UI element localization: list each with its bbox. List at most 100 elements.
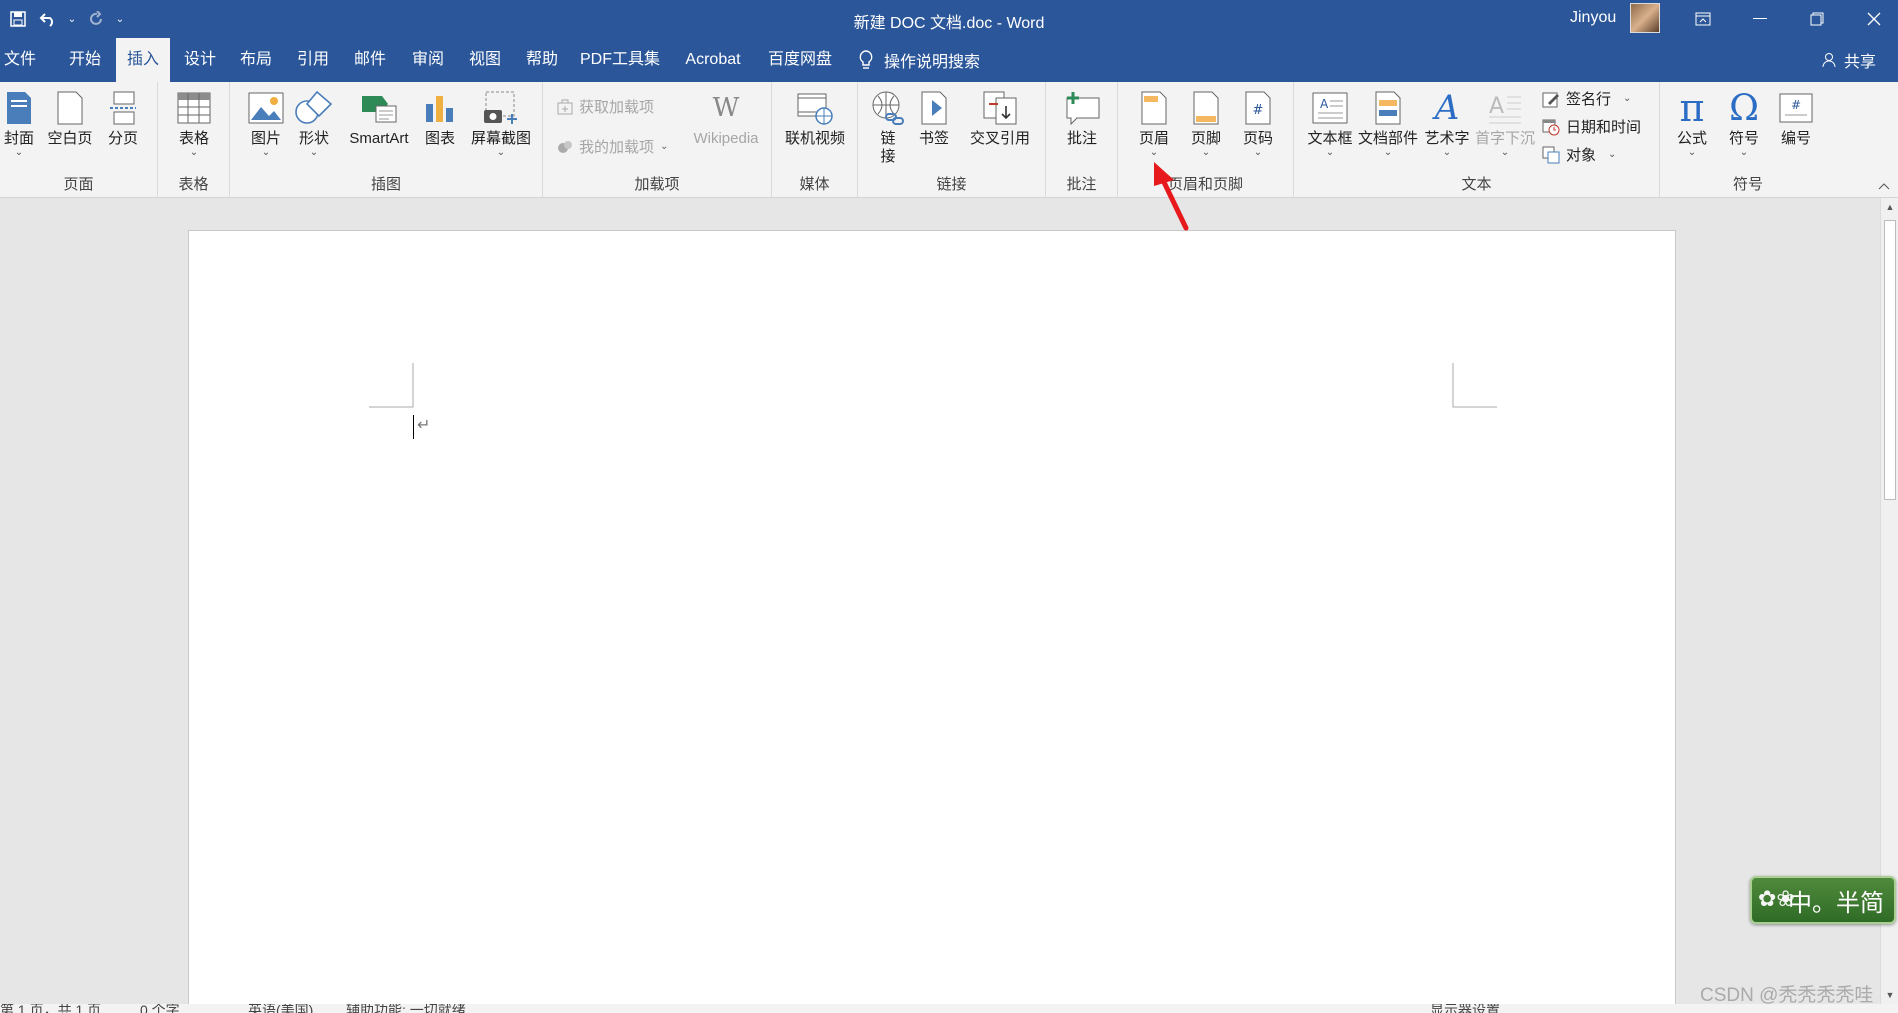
scroll-up-icon[interactable]: ▲ <box>1881 198 1898 216</box>
symbol-button[interactable]: Ω 符号 ⌄ <box>1724 88 1764 158</box>
page-break-icon <box>103 88 143 128</box>
footer-button[interactable]: 页脚 ⌄ <box>1186 88 1226 158</box>
group-media-label: 媒体 <box>799 176 830 193</box>
svg-text:A: A <box>1489 94 1504 119</box>
status-bar: 第 1 页，共 1 页 0 个字 英语(美国) 辅助功能: 一切就绪 显示器设置 <box>0 1004 1898 1013</box>
my-addins-button[interactable]: 我的加载项 ⌄ <box>557 136 668 157</box>
tab-help[interactable]: 帮助 <box>519 38 565 82</box>
comment-button[interactable]: 批注 <box>1060 88 1104 148</box>
cover-page-button[interactable]: 封面 ⌄ <box>0 88 38 158</box>
display-settings-status[interactable]: 显示器设置 <box>1430 1004 1500 1013</box>
text-box-button[interactable]: A 文本框 ⌄ <box>1306 88 1354 158</box>
close-icon[interactable] <box>1846 0 1898 38</box>
tab-view[interactable]: 视图 <box>462 38 508 82</box>
screenshot-button[interactable]: 屏幕截图 ⌄ <box>468 88 534 158</box>
share-button[interactable]: 共享 <box>1822 38 1876 82</box>
chevron-down-icon: ⌄ <box>660 141 669 152</box>
wordart-button[interactable]: A 艺术字 ⌄ <box>1422 88 1472 158</box>
cover-page-label: 封面 <box>3 130 34 147</box>
blank-page-label: 空白页 <box>47 130 93 147</box>
object-label: 对象 <box>1566 147 1597 164</box>
cross-reference-label: 交叉引用 <box>969 130 1030 147</box>
page-number-label: 页码 <box>1242 130 1273 147</box>
bookmark-button[interactable]: 书签 <box>914 88 954 148</box>
page-break-button[interactable]: 分页 <box>102 88 144 148</box>
svg-text:A: A <box>1320 97 1329 111</box>
cover-page-icon <box>0 88 39 128</box>
group-addins: 获取加载项 我的加载项 ⌄ W Wikipedia 加载项 <box>543 82 772 198</box>
group-text: A 文本框 ⌄ 文档部件 ⌄ A 艺术字 ⌄ A 首字下沉 ⌄ 签名行 ⌄ 日期… <box>1294 82 1660 198</box>
collapse-ribbon-icon[interactable] <box>1878 179 1890 193</box>
chevron-down-icon: ⌄ <box>14 147 24 158</box>
object-button[interactable]: 对象 ⌄ <box>1542 144 1616 165</box>
tab-design[interactable]: 设计 <box>177 38 223 82</box>
page-number-button[interactable]: # 页码 ⌄ <box>1238 88 1278 158</box>
tab-mailings[interactable]: 邮件 <box>347 38 393 82</box>
header-button[interactable]: 页眉 ⌄ <box>1134 88 1174 158</box>
equation-button[interactable]: π 公式 ⌄ <box>1672 86 1712 158</box>
get-addins-button[interactable]: 获取加载项 <box>557 96 654 117</box>
tell-me-search[interactable]: 操作说明搜索 <box>858 38 980 82</box>
document-page[interactable]: ↵ <box>188 230 1676 1010</box>
bookmark-icon <box>914 88 954 128</box>
cross-reference-button[interactable]: 交叉引用 <box>962 88 1038 148</box>
title-bar: ⌄ ⌄ 新建 DOC 文档.doc - Word Jinyou <box>0 0 1898 38</box>
online-video-button[interactable]: 联机视频 <box>778 88 852 148</box>
signature-line-button[interactable]: 签名行 ⌄ <box>1542 88 1631 109</box>
quick-parts-button[interactable]: 文档部件 ⌄ <box>1356 88 1420 158</box>
tab-home[interactable]: 开始 <box>62 38 108 82</box>
wordart-label: 艺术字 <box>1424 130 1470 147</box>
avatar[interactable] <box>1630 3 1660 33</box>
number-button[interactable]: # 编号 <box>1776 88 1816 148</box>
shapes-label: 形状 <box>298 130 329 147</box>
date-time-label: 日期和时间 <box>1566 119 1642 136</box>
equation-label: 公式 <box>1676 130 1707 147</box>
accessibility-status[interactable]: 辅助功能: 一切就绪 <box>346 1004 466 1013</box>
drop-cap-button[interactable]: A 首字下沉 ⌄ <box>1474 88 1536 158</box>
tab-references[interactable]: 引用 <box>290 38 336 82</box>
tab-layout[interactable]: 布局 <box>233 38 279 82</box>
scroll-down-icon[interactable]: ▼ <box>1881 986 1898 1004</box>
text-box-icon: A <box>1310 88 1350 128</box>
paragraph-mark-icon: ↵ <box>417 417 431 434</box>
tab-pdf-tools[interactable]: PDF工具集 <box>578 38 662 82</box>
smartart-button[interactable]: SmartArt <box>342 88 416 148</box>
group-links: 链 接 书签 交叉引用 链接 <box>858 82 1046 198</box>
online-video-icon <box>795 88 835 128</box>
link-button[interactable]: 链 接 <box>868 88 908 166</box>
shapes-button[interactable]: 形状 ⌄ <box>294 88 334 158</box>
wikipedia-button[interactable]: W Wikipedia <box>687 88 765 148</box>
tab-file[interactable]: 文件 <box>0 38 40 82</box>
minimize-icon[interactable] <box>1732 0 1788 38</box>
tab-baidu-netdisk[interactable]: 百度网盘 <box>764 38 836 82</box>
tab-insert[interactable]: 插入 <box>116 38 170 82</box>
language-status[interactable]: 英语(美国) <box>248 1004 313 1013</box>
drop-cap-label: 首字下沉 <box>1474 130 1535 147</box>
chart-button[interactable]: 图表 <box>420 88 460 148</box>
quick-parts-icon <box>1368 88 1408 128</box>
tab-review[interactable]: 审阅 <box>405 38 451 82</box>
group-illustrations: 图片 ⌄ 形状 ⌄ SmartArt 图表 屏幕截图 ⌄ 插图 <box>230 82 543 198</box>
blank-page-button[interactable]: 空白页 <box>46 88 94 148</box>
chevron-down-icon: ⌄ <box>1608 149 1617 160</box>
table-button[interactable]: 表格 ⌄ <box>174 88 214 158</box>
signature-pen-icon <box>1542 92 1559 107</box>
tab-acrobat[interactable]: Acrobat <box>678 38 748 82</box>
picture-icon <box>246 88 286 128</box>
scrollbar-thumb[interactable] <box>1884 220 1896 500</box>
ribbon-display-options-icon[interactable] <box>1675 0 1731 38</box>
group-pages: 封面 ⌄ 空白页 分页 页面 <box>0 82 158 198</box>
date-time-button[interactable]: 日期和时间 <box>1542 116 1641 137</box>
word-count-status[interactable]: 0 个字 <box>140 1004 180 1013</box>
ime-status-widget[interactable]: ✿❀ 中。半简 <box>1750 876 1896 924</box>
group-illustrations-label: 插图 <box>370 176 401 193</box>
group-symbols: π 公式 ⌄ Ω 符号 ⌄ # 编号 符号 <box>1660 82 1836 198</box>
online-video-label: 联机视频 <box>784 130 845 147</box>
group-tables: 表格 ⌄ 表格 <box>158 82 230 198</box>
smartart-label: SmartArt <box>349 130 409 147</box>
chart-icon <box>420 88 460 128</box>
pictures-button[interactable]: 图片 ⌄ <box>246 88 286 158</box>
restore-icon[interactable] <box>1789 0 1845 38</box>
user-name[interactable]: Jinyou <box>1570 9 1616 27</box>
page-count-status[interactable]: 第 1 页，共 1 页 <box>0 1004 101 1013</box>
